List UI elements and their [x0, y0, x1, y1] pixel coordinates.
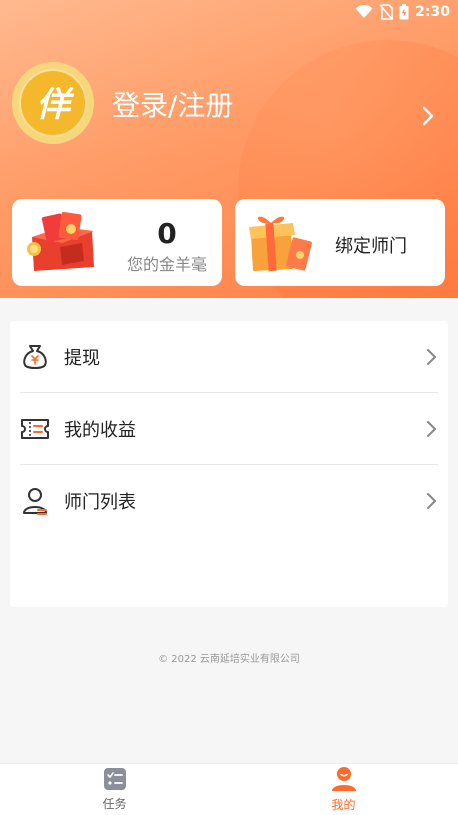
ticket-icon: [20, 414, 50, 444]
menu-item-master-list[interactable]: 师门列表: [20, 465, 438, 537]
chevron-right-icon[interactable]: [422, 106, 434, 130]
copyright-text: © 2022 云南延培实业有限公司: [158, 654, 300, 665]
status-bar: 2:30: [0, 0, 458, 24]
chevron-right-icon: [427, 421, 436, 437]
chevron-right-icon: [427, 349, 436, 365]
avatar[interactable]: 佯: [12, 62, 94, 144]
battery-icon: [399, 4, 409, 20]
no-sim-icon: [379, 4, 393, 20]
menu-item-earnings[interactable]: 我的收益: [20, 393, 438, 465]
coin-balance: 0: [157, 217, 177, 250]
bottom-tab-bar: 任务 我的: [0, 763, 458, 815]
red-envelope-box-icon: [27, 211, 94, 271]
wifi-icon: [355, 5, 373, 18]
login-register-link[interactable]: 登录/注册: [112, 84, 233, 124]
menu-item-label: 我的收益: [64, 420, 136, 441]
user-icon: [331, 767, 356, 791]
tab-label: 任务: [102, 797, 127, 811]
bind-master-label: 绑定师门: [335, 236, 407, 257]
status-time: 2:30: [415, 4, 450, 20]
menu-list: 提现 我的收益 师门列表: [10, 321, 448, 607]
coin-balance-label: 您的金羊毫: [126, 255, 207, 274]
menu-item-label: 师门列表: [64, 492, 136, 513]
coins-card[interactable]: 0 您的金羊毫: [12, 199, 222, 286]
checklist-icon: [103, 768, 126, 790]
gift-box-icon: [249, 216, 312, 272]
avatar-logo-text: 佯: [36, 85, 75, 125]
chevron-right-icon: [427, 493, 436, 509]
tab-tasks[interactable]: 任务: [0, 764, 229, 815]
menu-item-withdraw[interactable]: 提现: [20, 321, 438, 393]
menu-item-label: 提现: [64, 348, 100, 369]
money-bag-icon: [20, 342, 50, 372]
tab-mine[interactable]: 我的: [229, 764, 458, 815]
tab-label: 我的: [331, 798, 356, 812]
person-list-icon: [20, 486, 50, 516]
bind-master-card[interactable]: 绑定师门: [235, 199, 445, 286]
